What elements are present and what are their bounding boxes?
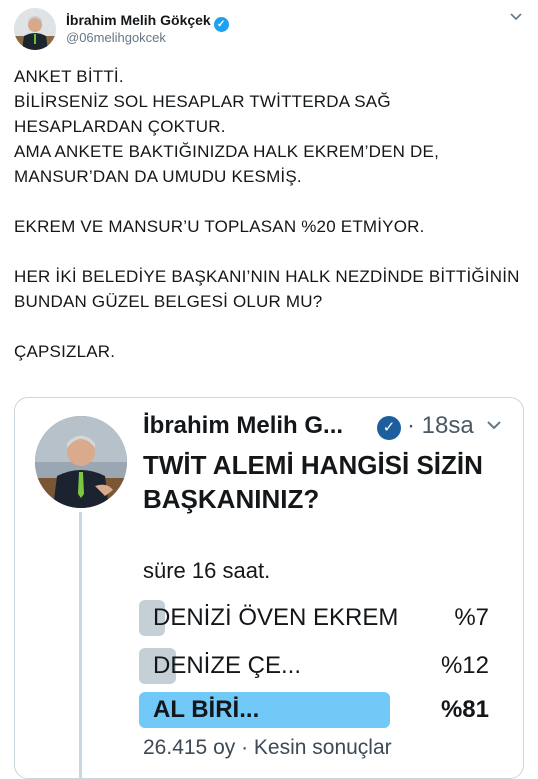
poll-option-label: DENİZİ ÖVEN EKREM — [153, 604, 399, 631]
tweet-header: İbrahim Melih Gökçek ✓ @06melihgokcek — [0, 0, 538, 60]
poll-question: TWİT ALEMİ HANGİSİ SİZİN BAŞKANINIZ? — [143, 450, 483, 514]
poll-duration: süre 16 saat. — [143, 558, 271, 583]
poll-option-label: AL BİRİ... — [153, 696, 260, 723]
embedded-author-avatar — [35, 416, 127, 508]
embedded-poll-card[interactable]: İbrahim Melih G... ✓ · 18sa TWİT ALEMİ H… — [14, 397, 524, 779]
verified-badge-icon: ✓ — [377, 416, 401, 440]
author-handle[interactable]: @06melihgokcek — [66, 30, 166, 45]
poll-footer: 26.415 oy · Kesin sonuçlar — [143, 736, 392, 759]
embedded-author-name: İbrahim Melih G... — [143, 412, 344, 439]
poll-option-percent: %81 — [440, 696, 489, 723]
author-name[interactable]: İbrahim Melih Gökçek ✓ — [66, 12, 229, 32]
chevron-down-icon — [485, 416, 503, 439]
chevron-down-icon[interactable] — [508, 10, 524, 26]
poll-option-percent: %7 — [454, 604, 489, 631]
embedded-timestamp: · 18sa — [407, 412, 474, 439]
thread-line — [79, 512, 82, 778]
author-avatar[interactable] — [14, 8, 56, 50]
verified-badge-icon: ✓ — [213, 17, 229, 32]
poll-option-winner: AL BİRİ... %81 — [139, 690, 489, 730]
tweet-text: ANKET BİTTİ. BİLİRSENİZ SOL HESAPLAR TWİ… — [14, 67, 520, 361]
poll-option: DENİZİ ÖVEN EKREM %7 — [139, 598, 489, 638]
poll-option-percent: %12 — [440, 652, 489, 679]
poll-option: DENİZE ÇE... %12 — [139, 646, 489, 686]
poll-option-label: DENİZE ÇE... — [153, 652, 302, 679]
